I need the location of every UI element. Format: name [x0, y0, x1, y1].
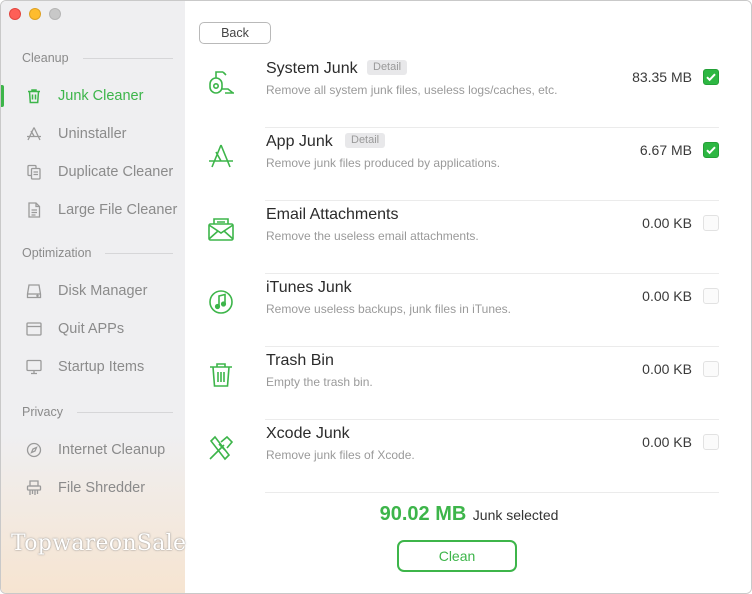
shredder-icon: [25, 479, 43, 497]
junk-item-app-junk: App Junk Detail Remove junk files produc…: [185, 128, 751, 201]
main-content: Back System Junk Detail Remove all syste…: [185, 1, 751, 593]
item-size: 83.35 MB: [632, 69, 692, 85]
detail-button[interactable]: Detail: [345, 133, 386, 148]
app-store-icon: [25, 125, 43, 143]
vacuum-icon: [205, 67, 237, 99]
item-title: Email Attachments: [266, 206, 399, 223]
monitor-icon: [25, 358, 43, 376]
music-icon: [205, 286, 237, 318]
item-description: Remove junk files produced by applicatio…: [266, 156, 501, 170]
section-title: Cleanup: [22, 51, 69, 65]
sidebar-item-label: File Shredder: [58, 480, 146, 496]
item-title: Trash Bin: [266, 352, 334, 369]
document-icon: [25, 201, 43, 219]
sidebar-item-uninstaller[interactable]: Uninstaller: [1, 117, 185, 151]
sidebar-item-label: Duplicate Cleaner: [58, 164, 174, 180]
window-controls: [9, 8, 61, 20]
item-checkbox[interactable]: [703, 361, 719, 377]
hammer-icon: [205, 432, 237, 464]
detail-button[interactable]: Detail: [367, 60, 408, 75]
sidebar-item-label: Large File Cleaner: [58, 202, 178, 218]
item-size: 6.67 MB: [639, 142, 692, 158]
junk-item-itunes-junk: iTunes Junk Remove useless backups, junk…: [185, 274, 751, 347]
junk-item-trash-bin: Trash Bin Empty the trash bin. 0.00 KB: [185, 347, 751, 420]
app-window: Cleanup Junk Cleaner Uninstaller Duplica…: [0, 0, 752, 594]
sidebar-item-large-file-cleaner[interactable]: Large File Cleaner: [1, 193, 185, 227]
junk-item-xcode-junk: Xcode Junk Remove junk files of Xcode. 0…: [185, 420, 751, 493]
item-checkbox[interactable]: [703, 434, 719, 450]
item-size: 0.00 KB: [642, 288, 692, 304]
sidebar-item-quit-apps[interactable]: Quit APPs: [1, 312, 185, 346]
sidebar-item-label: Disk Manager: [58, 283, 148, 299]
compass-icon: [25, 441, 43, 459]
mail-icon: [205, 213, 237, 245]
section-optimization: Optimization: [22, 246, 173, 260]
junk-total-amount: 90.02 MB: [379, 503, 467, 525]
item-description: Remove the useless email attachments.: [266, 229, 479, 243]
section-privacy: Privacy: [22, 405, 173, 419]
sidebar: Cleanup Junk Cleaner Uninstaller Duplica…: [1, 1, 185, 593]
item-checkbox[interactable]: [703, 288, 719, 304]
sidebar-item-duplicate-cleaner[interactable]: Duplicate Cleaner: [1, 155, 185, 189]
junk-selected-label: Junk selected: [472, 507, 559, 523]
item-title: iTunes Junk: [266, 279, 352, 296]
trash-icon: [205, 359, 237, 391]
sidebar-item-file-shredder[interactable]: File Shredder: [1, 471, 185, 505]
maximize-window-button[interactable]: [49, 8, 61, 20]
sidebar-item-junk-cleaner[interactable]: Junk Cleaner: [1, 79, 185, 113]
item-description: Remove junk files of Xcode.: [266, 448, 415, 462]
item-description: Empty the trash bin.: [266, 375, 373, 389]
close-window-button[interactable]: [9, 8, 21, 20]
item-title: Xcode Junk: [266, 425, 350, 442]
trash-icon: [25, 87, 43, 105]
item-checkbox[interactable]: [703, 142, 719, 158]
section-cleanup: Cleanup: [22, 51, 173, 65]
clean-button[interactable]: Clean: [397, 540, 517, 572]
watermark: TopwareonSale: [11, 531, 187, 556]
item-description: Remove all system junk files, useless lo…: [266, 83, 558, 97]
app-store-icon: [205, 140, 237, 172]
duplicate-icon: [25, 163, 43, 181]
junk-item-email-attachments: Email Attachments Remove the useless ema…: [185, 201, 751, 274]
minimize-window-button[interactable]: [29, 8, 41, 20]
item-size: 0.00 KB: [642, 361, 692, 377]
sidebar-item-label: Uninstaller: [58, 126, 127, 142]
item-checkbox[interactable]: [703, 69, 719, 85]
section-title: Privacy: [22, 405, 63, 419]
sidebar-item-label: Quit APPs: [58, 321, 125, 337]
item-size: 0.00 KB: [642, 215, 692, 231]
item-size: 0.00 KB: [642, 434, 692, 450]
sidebar-item-internet-cleanup[interactable]: Internet Cleanup: [1, 433, 185, 467]
item-title: App Junk: [266, 133, 333, 150]
junk-item-system-junk: System Junk Detail Remove all system jun…: [185, 55, 751, 128]
item-description: Remove useless backups, junk files in iT…: [266, 302, 512, 316]
junk-summary: 90.02 MB Junk selected: [185, 503, 751, 526]
sidebar-item-label: Junk Cleaner: [58, 88, 144, 104]
back-button[interactable]: Back: [199, 22, 271, 44]
disk-icon: [25, 282, 43, 300]
section-title: Optimization: [22, 246, 92, 260]
sidebar-item-disk-manager[interactable]: Disk Manager: [1, 274, 185, 308]
sidebar-item-label: Internet Cleanup: [58, 442, 166, 458]
sidebar-item-startup-items[interactable]: Startup Items: [1, 350, 185, 384]
item-title: System Junk: [266, 60, 358, 77]
window-icon: [25, 320, 43, 338]
item-checkbox[interactable]: [703, 215, 719, 231]
sidebar-item-label: Startup Items: [58, 359, 145, 375]
